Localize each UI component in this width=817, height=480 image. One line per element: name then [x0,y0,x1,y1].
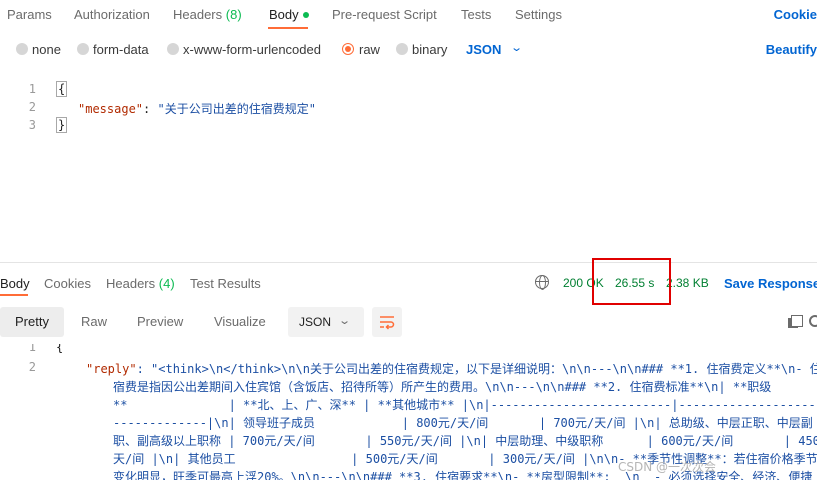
raw-button[interactable]: Raw [66,307,122,337]
radio-none[interactable] [16,43,28,55]
tab-tests[interactable]: Tests [461,7,491,22]
code-line: "message": "关于公司出差的住宿费规定" [78,100,316,117]
chevron-down-icon[interactable]: ⌄ [510,41,523,54]
highlight-annotation-box [592,258,671,305]
chevron-down-icon: ⌄ [338,315,352,327]
view-mode-group: Pretty Raw Preview Visualize [0,307,280,337]
radio-urlencoded[interactable] [167,43,179,55]
radio-binary[interactable] [396,43,408,55]
request-tabs: Params Authorization Headers (8) Body Pr… [0,0,817,30]
code-line: } [56,117,68,133]
response-tabs: Body Cookies Headers (4) Test Results 20… [0,270,817,296]
response-line: "reply": "<think>\n</think>\n\n关于公司出差的住宿… [86,360,817,377]
line-number: 1 [28,82,36,96]
line-number: 1 [28,344,36,354]
response-tab-headers[interactable]: Headers (4) [106,276,175,291]
watermark: CSDN @一次次会 [618,460,717,474]
json-colon: : [143,102,158,116]
preview-button[interactable]: Preview [122,307,198,337]
response-format-label: JSON [299,315,332,329]
response-size[interactable]: 2.38 KB [666,276,709,290]
tab-headers[interactable]: Headers (8) [173,7,242,22]
json-value: "关于公司出差的住宿费规定" [157,102,316,116]
open-brace: { [56,81,68,97]
copy-icon[interactable] [788,315,803,329]
response-tab-body[interactable]: Body [0,276,30,291]
radio-raw[interactable] [342,43,354,55]
json-key: "reply" [86,362,137,376]
response-tab-headers-label: Headers [106,276,156,291]
radio-form-data-label[interactable]: form-data [93,42,149,57]
radio-raw-label[interactable]: raw [359,42,380,57]
pretty-button[interactable]: Pretty [0,307,64,337]
radio-form-data[interactable] [77,43,89,55]
response-line: 宿费是指因公出差期间入住宾馆（含饭店、招待所等）所产生的费用。\n\n---\n… [113,380,772,394]
response-format-select[interactable]: JSON ⌄ [288,307,364,337]
wrap-lines-icon [380,316,395,330]
tab-params[interactable]: Params [7,7,52,22]
radio-urlencoded-label[interactable]: x-www-form-urlencoded [183,42,321,57]
radio-none-label[interactable]: none [32,42,61,57]
response-line: -------------|\n| 领导班子成员 | 800元/天/间 | 70… [113,416,813,430]
response-line: ** | **北、上、广、深** | **其他城市** |\n|--------… [113,398,817,412]
response-line: 职、副高级以上职称 | 700元/天/间 | 550元/天/间 |\n| 中层助… [113,434,817,448]
line-number: 3 [28,118,36,132]
tab-pre-request-script[interactable]: Pre-request Script [332,7,437,22]
tab-body-label: Body [269,7,299,22]
json-key: "message" [78,102,144,116]
response-toolbar: Pretty Raw Preview Visualize JSON ⌄ [0,307,817,339]
radio-binary-label[interactable]: binary [412,42,447,57]
response-active-tab-indicator [0,294,28,296]
beautify-button[interactable]: Beautify [766,42,817,57]
response-tab-test-results[interactable]: Test Results [190,276,261,291]
line-number: 2 [28,100,36,114]
response-tab-cookies[interactable]: Cookies [44,276,91,291]
tab-headers-label: Headers [173,7,223,22]
tab-headers-count: (8) [225,7,242,22]
active-tab-indicator [268,27,308,29]
close-brace: } [56,117,68,133]
response-line-text: : "<think>\n</think>\n\n关于公司出差的住宿费规定，以下是… [136,362,817,376]
request-body-editor[interactable]: 1 2 3 { "message": "关于公司出差的住宿费规定" } [0,78,817,138]
wrap-lines-button[interactable] [372,307,402,337]
cookies-link[interactable]: Cookie [774,7,817,22]
modified-dot-icon [302,11,309,18]
globe-icon[interactable] [535,275,549,290]
open-brace: { [56,344,64,354]
pane-divider[interactable] [0,262,817,263]
body-type-selector: none form-data x-www-form-urlencoded raw… [0,38,817,62]
tab-authorization[interactable]: Authorization [74,7,150,22]
code-line: { [56,81,68,97]
line-number: 2 [28,360,36,374]
save-response-button[interactable]: Save Response [724,276,817,291]
visualize-button[interactable]: Visualize [199,307,281,337]
tab-body[interactable]: Body [269,7,309,22]
search-icon[interactable] [809,315,817,327]
raw-format-select[interactable]: JSON [466,42,501,57]
tab-settings[interactable]: Settings [515,7,562,22]
response-tab-headers-count: (4) [158,276,175,291]
